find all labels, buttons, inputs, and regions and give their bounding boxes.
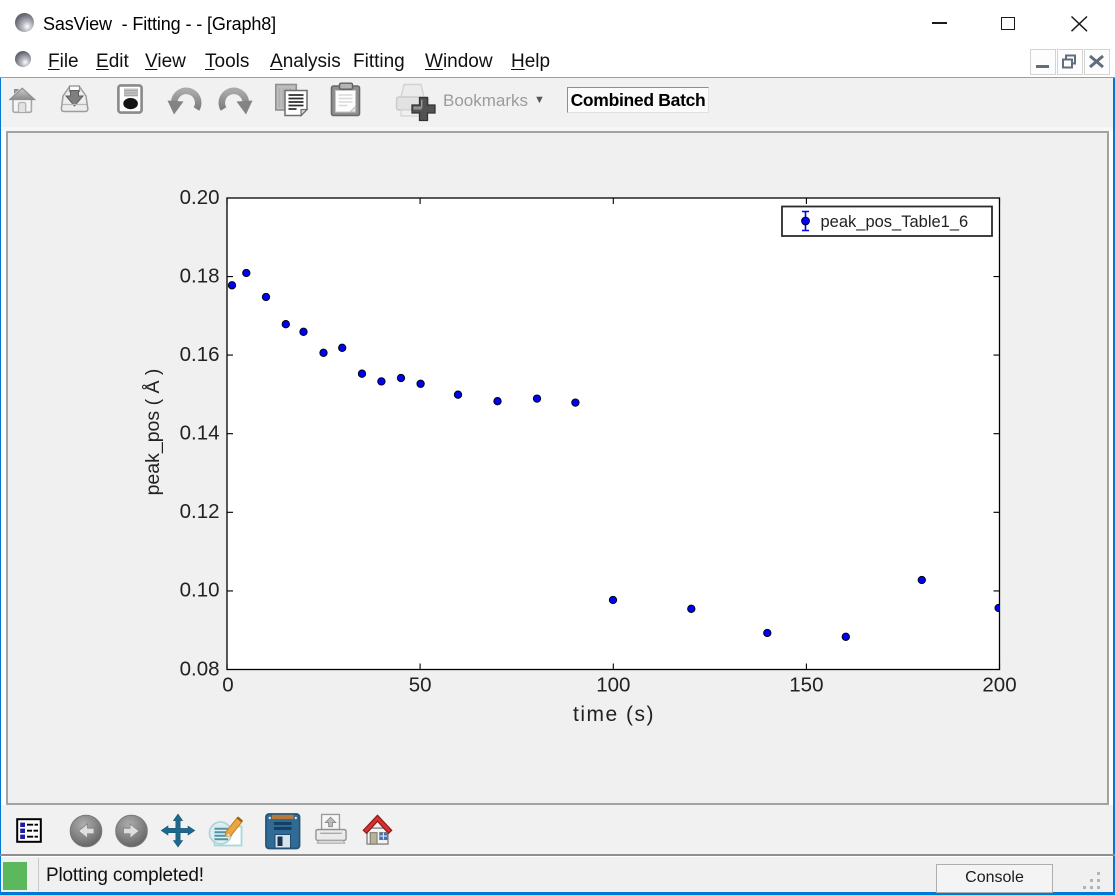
svg-text:100: 100	[596, 674, 630, 697]
svg-text:0: 0	[222, 674, 233, 697]
svg-text:0.20: 0.20	[180, 186, 220, 209]
svg-text:200: 200	[982, 674, 1016, 697]
svg-text:0.08: 0.08	[180, 657, 220, 680]
svg-text:150: 150	[789, 674, 823, 697]
svg-text:0.10: 0.10	[180, 579, 220, 602]
svg-text:50: 50	[409, 674, 432, 697]
svg-text:0.12: 0.12	[180, 500, 220, 523]
svg-text:0.16: 0.16	[180, 343, 220, 366]
svg-text:time (s): time (s)	[573, 703, 655, 726]
svg-text:peak_pos_Table1_6: peak_pos_Table1_6	[821, 213, 969, 231]
svg-text:0.14: 0.14	[180, 422, 220, 445]
svg-text:0.18: 0.18	[180, 264, 220, 287]
svg-text:peak_pos ( Å ): peak_pos ( Å )	[141, 369, 164, 496]
